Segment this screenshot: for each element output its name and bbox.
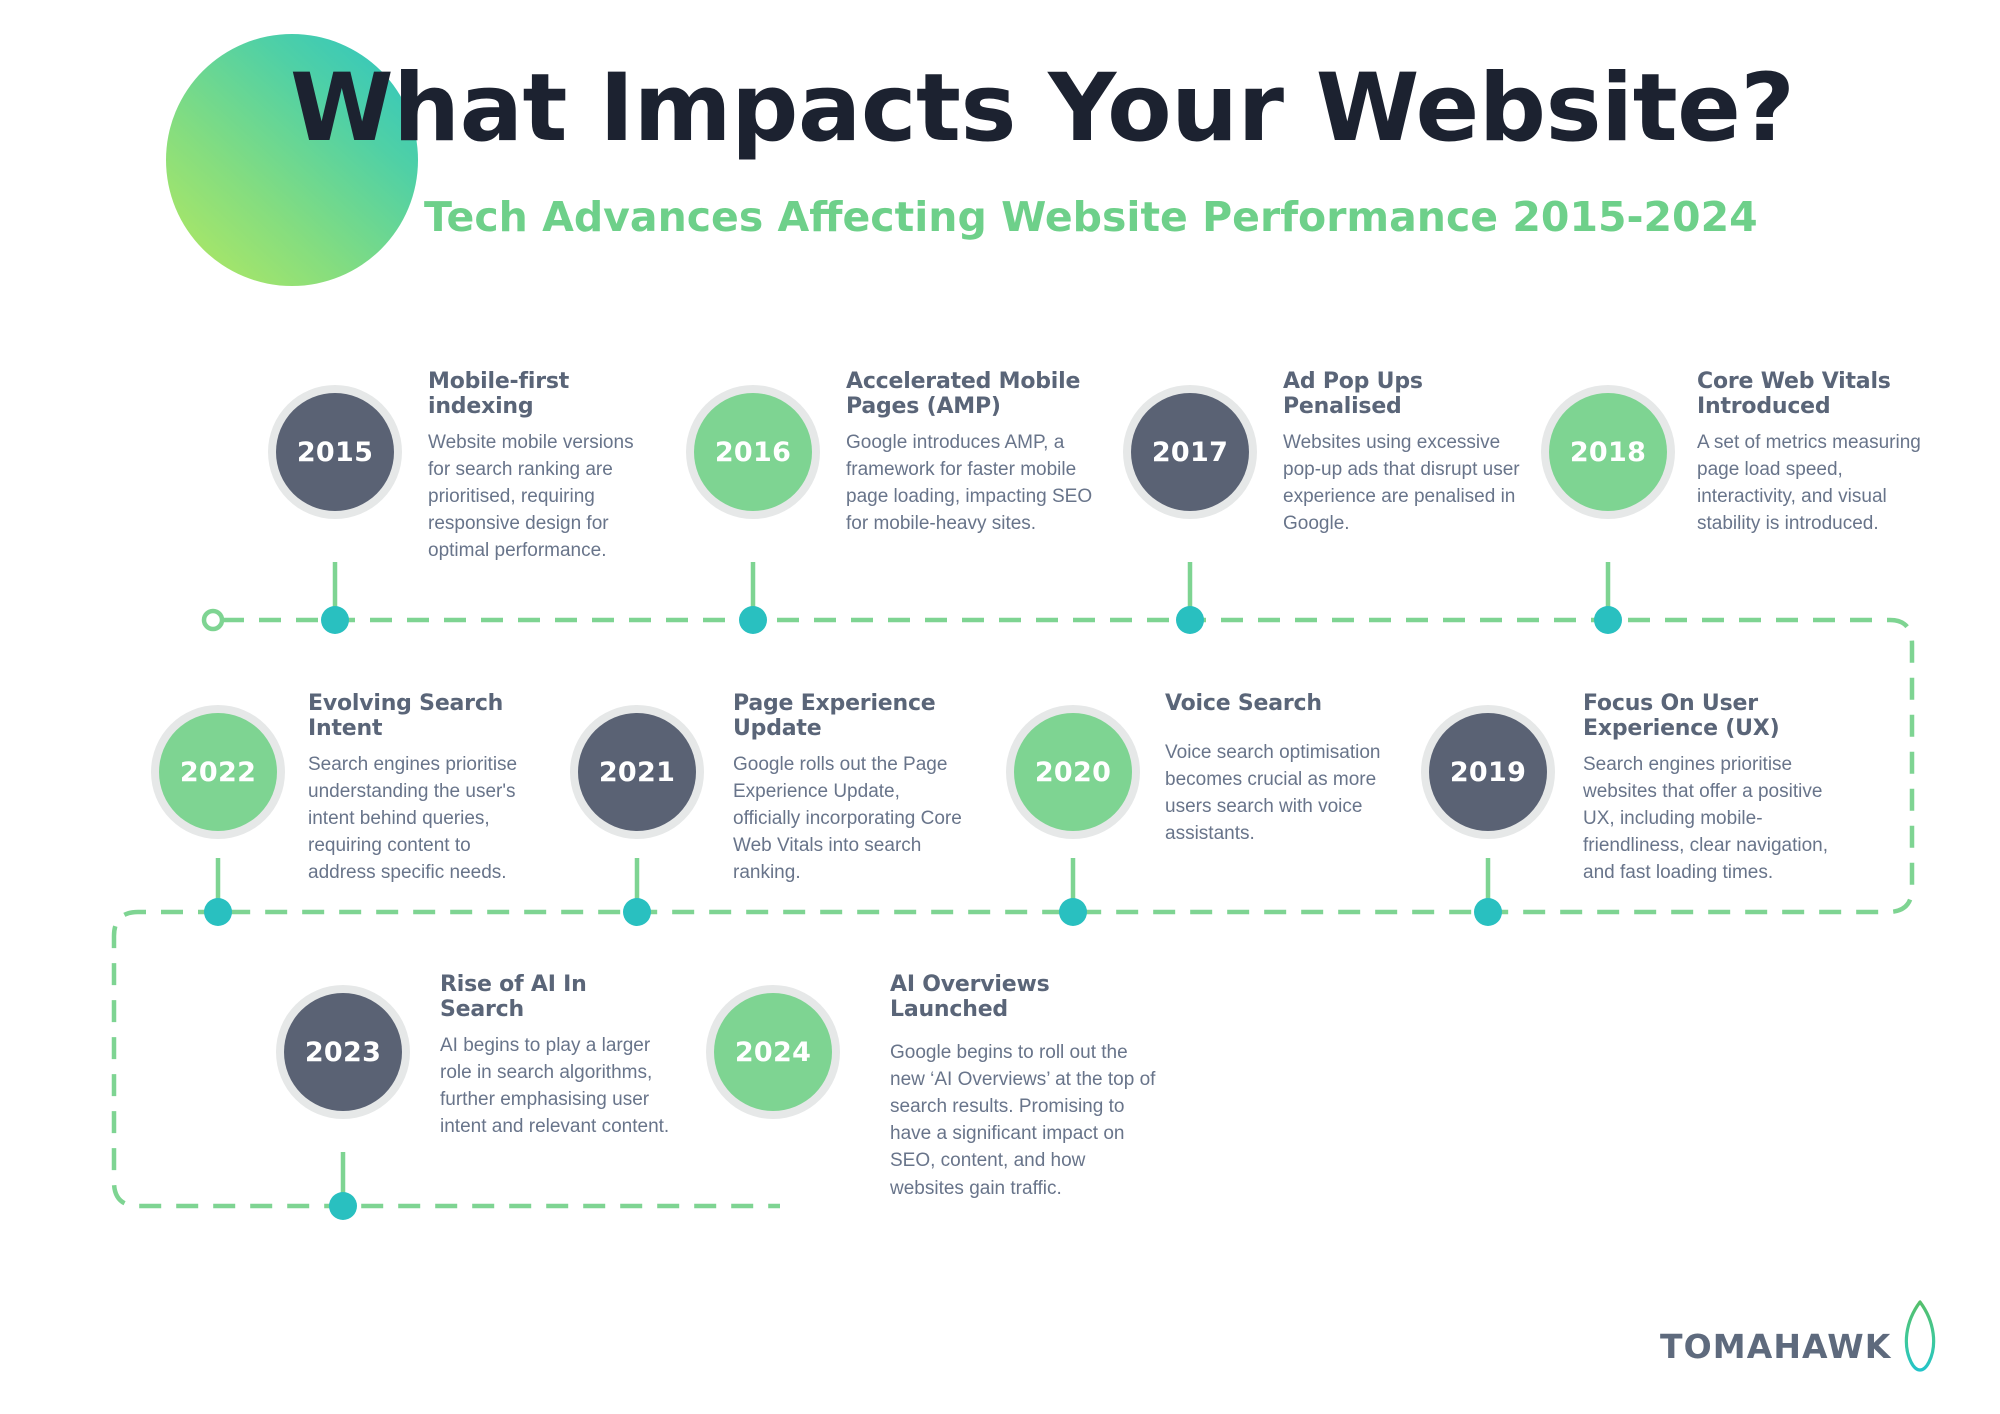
node-title-2016: Accelerated Mobile Pages (AMP): [846, 369, 1081, 419]
feather-icon: [1905, 1300, 1936, 1388]
node-body-2020: Voice search optimisation becomes crucia…: [1165, 741, 1381, 845]
node-body-2016: Google introduces AMP, a framework for f…: [846, 431, 1093, 535]
page-title: What Impacts Your Website?: [290, 54, 1795, 163]
node-title-2021: Page Experience Update: [733, 691, 936, 741]
junction-dot-2023: [329, 1192, 357, 1220]
junction-dot-2020: [1059, 898, 1087, 926]
year-label-2022: 2022: [159, 713, 277, 831]
node-text-2021: Page Experience Update Google rolls out …: [733, 691, 971, 887]
year-label-2020: 2020: [1014, 713, 1132, 831]
node-text-2023: Rise of AI In Search AI begins to play a…: [440, 972, 674, 1140]
node-text-2024: AI Overviews Launched Google begins to r…: [890, 972, 1158, 1202]
node-title-2020: Voice Search: [1165, 691, 1322, 716]
node-body-2015: Website mobile versions for search ranki…: [428, 431, 634, 562]
node-body-2023: AI begins to play a larger role in searc…: [440, 1034, 670, 1138]
junction-dot-2015: [321, 606, 349, 634]
node-body-2019: Search engines prioritise websites that …: [1583, 753, 1829, 884]
node-body-2018: A set of metrics measuring page load spe…: [1697, 431, 1921, 535]
year-bubble-2017[interactable]: 2017: [1123, 385, 1257, 519]
node-title-2024: AI Overviews Launched: [890, 972, 1050, 1022]
node-title-2022: Evolving Search Intent: [308, 691, 504, 741]
node-body-2022: Search engines prioritise understanding …: [308, 753, 518, 884]
year-bubble-2023[interactable]: 2023: [276, 985, 410, 1119]
junction-dot-2018: [1594, 606, 1622, 634]
node-body-2021: Google rolls out the Page Experience Upd…: [733, 753, 962, 884]
node-title-2018: Core Web Vitals Introduced: [1697, 369, 1891, 419]
junction-dot-2022: [204, 898, 232, 926]
node-title-2015: Mobile-first indexing: [428, 369, 570, 419]
node-text-2015: Mobile-first indexing Website mobile ver…: [428, 369, 656, 565]
junction-dot-2017: [1176, 606, 1204, 634]
timeline-start-marker: [201, 608, 225, 632]
junction-dot-2019: [1474, 898, 1502, 926]
node-text-2020: Voice Search Voice search optimisation b…: [1165, 691, 1387, 847]
year-label-2017: 2017: [1131, 393, 1249, 511]
logo-wordmark: TOMAHAWK: [1660, 1326, 1892, 1366]
brand-logo[interactable]: TOMAHAWK: [1660, 1300, 1941, 1392]
year-bubble-2015[interactable]: 2015: [268, 385, 402, 519]
year-label-2015: 2015: [276, 393, 394, 511]
node-title-2017: Ad Pop Ups Penalised: [1283, 369, 1423, 419]
year-label-2021: 2021: [578, 713, 696, 831]
year-label-2023: 2023: [284, 993, 402, 1111]
node-title-2023: Rise of AI In Search: [440, 972, 587, 1022]
node-text-2016: Accelerated Mobile Pages (AMP) Google in…: [846, 369, 1110, 537]
year-bubble-2020[interactable]: 2020: [1006, 705, 1140, 839]
node-text-2017: Ad Pop Ups Penalised Websites using exce…: [1283, 369, 1523, 537]
node-text-2022: Evolving Search Intent Search engines pr…: [308, 691, 542, 887]
year-label-2016: 2016: [694, 393, 812, 511]
year-label-2018: 2018: [1549, 393, 1667, 511]
year-bubble-2021[interactable]: 2021: [570, 705, 704, 839]
year-bubble-2022[interactable]: 2022: [151, 705, 285, 839]
year-bubble-2024[interactable]: 2024: [706, 985, 840, 1119]
infographic-canvas: What Impacts Your Website? Tech Advances…: [0, 0, 2000, 1414]
year-label-2024: 2024: [714, 993, 832, 1111]
page-subtitle: Tech Advances Affecting Website Performa…: [424, 193, 1758, 241]
node-body-2024: Google begins to roll out the new ‘AI Ov…: [890, 1041, 1156, 1199]
node-text-2019: Focus On User Experience (UX) Search eng…: [1583, 691, 1845, 887]
node-title-2019: Focus On User Experience (UX): [1583, 691, 1780, 741]
node-text-2018: Core Web Vitals Introduced A set of metr…: [1697, 369, 1937, 537]
year-label-2019: 2019: [1429, 713, 1547, 831]
year-bubble-2019[interactable]: 2019: [1421, 705, 1555, 839]
year-bubble-2018[interactable]: 2018: [1541, 385, 1675, 519]
junction-dot-2016: [739, 606, 767, 634]
year-bubble-2016[interactable]: 2016: [686, 385, 820, 519]
junction-dot-2021: [623, 898, 651, 926]
node-body-2017: Websites using excessive pop-up ads that…: [1283, 431, 1520, 535]
